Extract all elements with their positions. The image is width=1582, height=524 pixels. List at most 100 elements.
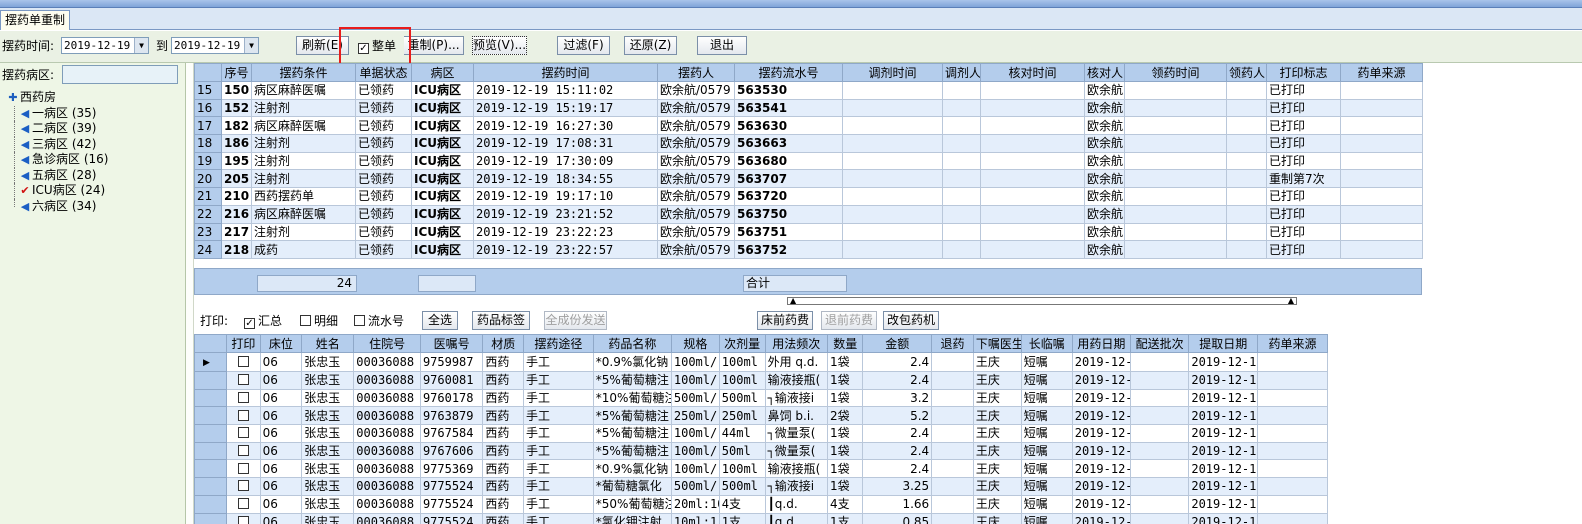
table-row[interactable]: ▶ 06张忠玉000360889759987西药手工*0.9%氯化钠100ml/:… xyxy=(193,352,1328,372)
column-header[interactable]: 核对时间 xyxy=(980,63,1085,82)
checkbox-icon[interactable] xyxy=(237,374,249,386)
column-header[interactable]: 核对人 xyxy=(1084,63,1125,82)
tree-node[interactable]: ◀ 六病区 (34) xyxy=(6,198,108,215)
tab-reprint[interactable]: 摆药单重制 xyxy=(0,10,71,30)
column-header[interactable]: 摆药流水号 xyxy=(734,63,843,82)
column-header[interactable]: 数量 xyxy=(827,334,864,353)
column-header[interactable]: 下嘱医生 xyxy=(972,334,1022,353)
checkbox-icon[interactable] xyxy=(300,315,311,326)
tree-node[interactable]: ◀ 五病区 (28) xyxy=(6,167,108,183)
table-row[interactable]: 23 217 注射剂 已领药 ICU病区 2019-12-19 23:22:23 欧余航/0… xyxy=(194,222,1423,242)
column-header[interactable]: 用法频次 xyxy=(764,334,829,353)
column-header[interactable]: 住院号 xyxy=(353,334,421,353)
column-header[interactable]: 调剂时间 xyxy=(842,63,943,82)
tree-node[interactable]: ◀ 一病区 (35) xyxy=(6,105,108,121)
table-row[interactable]: 06 张忠玉 00036088 9775524 西药 手工 *氯化钾注射 10ml:1 1支 ┃q… xyxy=(193,512,1328,524)
checkbox-icon[interactable] xyxy=(237,462,249,474)
column-header[interactable]: 姓名 xyxy=(301,334,355,353)
checkbox-icon[interactable] xyxy=(237,392,249,404)
return-fee-button[interactable]: 退前药费 xyxy=(821,311,877,330)
column-header[interactable]: 长临嘱 xyxy=(1020,334,1073,353)
column-header[interactable]: 医嘱号 xyxy=(419,334,484,353)
column-header[interactable]: 序号 xyxy=(221,63,252,82)
column-header[interactable]: 打印 xyxy=(226,334,261,353)
column-header[interactable]: 摆药人 xyxy=(657,63,735,82)
table-row[interactable]: 06张忠玉000360889775524西药手工*葡萄糖氯化500ml/:500… xyxy=(193,477,1328,496)
table-row[interactable]: 06张忠玉000360889760178西药手工*10%葡萄糖注500ml/:5… xyxy=(193,388,1328,408)
table-row[interactable]: 19 195 注射剂 已领药 ICU病区 2019-12-19 17:30:09 欧余航/0… xyxy=(194,151,1423,171)
column-header[interactable]: 打印标志 xyxy=(1266,63,1341,82)
column-header[interactable]: 药单来源 xyxy=(1340,63,1423,82)
table-row[interactable]: 16 152 注射剂 已领药 ICU病区 2019-12-19 15:19:17 欧余航/0… xyxy=(194,98,1423,118)
checkbox-icon[interactable] xyxy=(237,356,249,367)
checkbox-icon[interactable] xyxy=(237,427,249,439)
tree-node[interactable]: ◀ 急诊病区 (16) xyxy=(6,152,108,168)
column-header[interactable]: 调剂人 xyxy=(942,63,981,82)
table-row[interactable]: 21 210 西药摆药单 已领药 ICU病区 2019-12-19 19:17:10 欧余航… xyxy=(194,187,1423,206)
column-header[interactable]: 配送批次 xyxy=(1130,334,1190,353)
restore-button[interactable]: 还原(Z) xyxy=(624,36,677,55)
checkbox-icon[interactable] xyxy=(237,498,249,510)
table-row[interactable]: 06张忠玉000360889763879西药手工*5%葡萄糖注250ml/:25… xyxy=(193,406,1328,426)
column-header[interactable]: 病区 xyxy=(411,63,474,82)
column-header[interactable]: 领药时间 xyxy=(1124,63,1227,82)
column-header[interactable]: 床位 xyxy=(259,334,303,353)
chevron-down-icon[interactable]: ▼ xyxy=(134,38,148,53)
table-row[interactable]: 06张忠玉000360889767584西药手工*5%葡萄糖注100ml/:44… xyxy=(193,424,1328,443)
column-header[interactable]: 退药 xyxy=(931,334,974,353)
checkbox-icon[interactable] xyxy=(237,445,249,457)
table-row[interactable]: 06张忠玉000360889767606西药手工*5%葡萄糖注100ml/:50… xyxy=(193,441,1328,461)
date-from-field[interactable]: 2019-12-19 ▼ xyxy=(61,37,149,54)
summary-checkbox[interactable]: ✓ 汇总 xyxy=(244,314,282,329)
column-header[interactable]: 摆药条件 xyxy=(251,63,356,82)
table-row[interactable]: 20 205 注射剂 已领药 ICU病区 2019-12-19 18:34:55 欧余航/0… xyxy=(194,169,1423,189)
column-header[interactable]: 金额 xyxy=(862,334,933,353)
table-row[interactable]: 17 182 病区麻醉医嘱 已领药 ICU病区 2019-12-19 16:27:30 欧余… xyxy=(194,116,1423,136)
tree-root-node[interactable]: ✚ 西药房 xyxy=(6,90,108,106)
bed-fee-button[interactable]: 床前药费 xyxy=(757,311,813,330)
column-header[interactable]: 材质 xyxy=(482,334,525,353)
repack-button[interactable]: 改包药机 xyxy=(883,311,939,330)
reprint-button[interactable]: 重制(P)... xyxy=(404,36,464,55)
column-header[interactable]: 领药人 xyxy=(1226,63,1267,82)
column-header[interactable]: 药单来源 xyxy=(1257,334,1328,353)
panel-divider[interactable] xyxy=(186,63,194,524)
column-header[interactable]: 药品名称 xyxy=(592,334,672,353)
column-header[interactable]: 提取日期 xyxy=(1188,334,1259,353)
checkbox-icon[interactable] xyxy=(237,409,249,421)
exit-button[interactable]: 退出 xyxy=(697,36,747,55)
ward-input[interactable] xyxy=(62,65,178,84)
column-header[interactable]: 摆药时间 xyxy=(473,63,658,82)
table-row[interactable]: 18 186 注射剂 已领药 ICU病区 2019-12-19 17:08:31 欧余航/0… xyxy=(194,134,1423,153)
checkbox-icon[interactable] xyxy=(237,480,249,492)
column-header[interactable]: 次剂量 xyxy=(718,334,766,353)
tree-node[interactable]: ◀ 二病区 (39) xyxy=(6,121,108,137)
table-cell: 注射剂 xyxy=(251,98,356,118)
serial-checkbox[interactable]: 流水号 xyxy=(354,314,404,328)
column-header[interactable]: 规格 xyxy=(670,334,720,353)
table-row[interactable]: 22 216 病区麻醉医嘱 已领药 ICU病区 2019-12-19 23:21:52 欧余… xyxy=(194,204,1423,224)
drug-label-button[interactable]: 药品标签 xyxy=(472,311,530,330)
table-row[interactable]: 06张忠玉000360889775524西药手工*50%葡萄糖注20ml:104… xyxy=(193,494,1328,514)
column-header[interactable]: 摆药途径 xyxy=(523,334,594,353)
table-row[interactable]: 06张忠玉000360889775369西药手工*0.9%氯化钠100ml/:1… xyxy=(193,459,1328,479)
preview-button[interactable]: 预览(V)... xyxy=(472,36,527,55)
column-header[interactable]: 用药日期 xyxy=(1071,334,1132,353)
table-row[interactable]: 24 218 成药 已领药 ICU病区 2019-12-19 23:22:57 欧余航/05… xyxy=(194,240,1423,259)
checkbox-icon[interactable] xyxy=(354,315,365,326)
splitter-handle[interactable]: ▲ ▲ xyxy=(787,297,1297,305)
tree-node[interactable]: ◀ 三病区 (42) xyxy=(6,136,108,152)
checkbox-icon[interactable]: ✓ xyxy=(244,318,255,329)
tree-node[interactable]: ✔ ICU病区 (24) xyxy=(6,183,108,199)
checkbox-icon[interactable] xyxy=(237,515,249,524)
filter-button[interactable]: 过滤(F) xyxy=(557,36,610,55)
select-all-button[interactable]: 全选 xyxy=(422,311,458,330)
date-to-field[interactable]: 2019-12-19 ▼ xyxy=(171,37,259,54)
column-header[interactable]: 单据状态 xyxy=(355,63,412,82)
table-row[interactable]: 15 150 病区麻醉医嘱 已领药 ICU病区 2019-12-19 15:11:02 欧余… xyxy=(194,81,1423,100)
detail-checkbox[interactable]: 明细 xyxy=(300,314,338,328)
table-cell xyxy=(1130,388,1190,408)
table-row[interactable]: 06张忠玉000360889760081西药手工*5%葡萄糖注100ml/:10… xyxy=(193,371,1328,390)
chevron-down-icon[interactable]: ▼ xyxy=(244,38,258,53)
send-all-button[interactable]: 全成份发送 xyxy=(544,311,607,330)
